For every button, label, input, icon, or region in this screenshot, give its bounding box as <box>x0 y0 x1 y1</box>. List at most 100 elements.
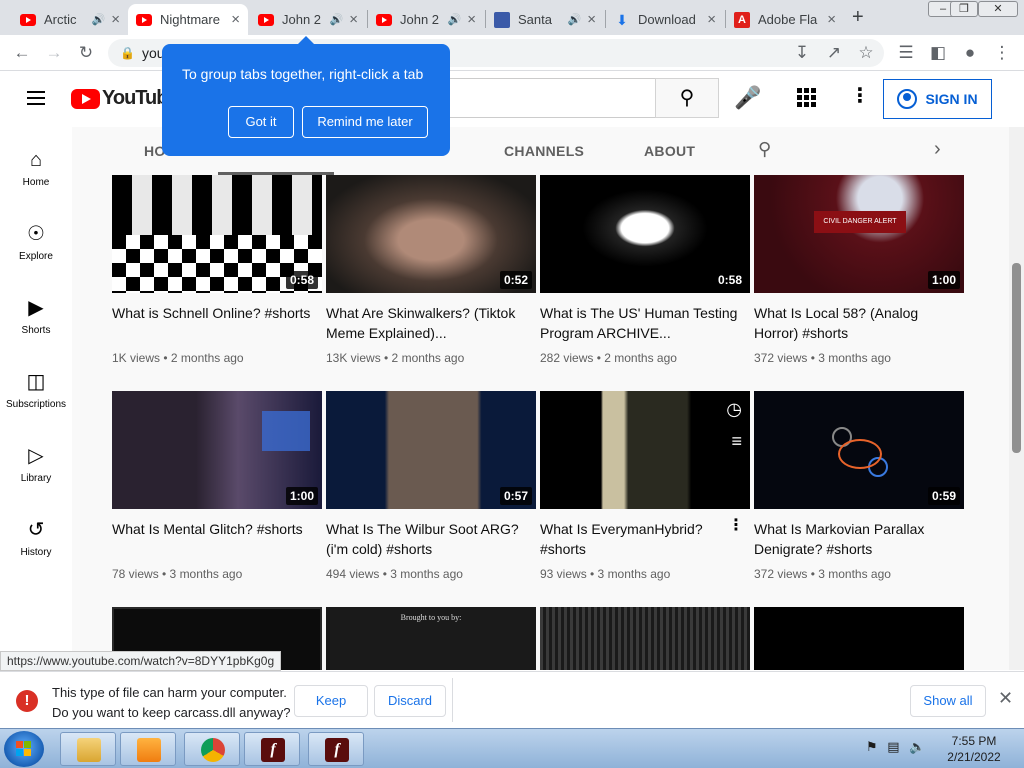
add-to-queue-icon[interactable]: ≡ <box>731 431 742 452</box>
video-thumbnail[interactable] <box>754 607 964 670</box>
video-thumbnail[interactable]: 0:58 <box>112 175 322 293</box>
taskbar-explorer[interactable] <box>60 732 116 766</box>
got-it-button[interactable]: Got it <box>228 106 294 138</box>
video-thumbnail[interactable]: Brought to you by: <box>326 607 536 670</box>
video-title[interactable]: What Are Skinwalkers? (Tiktok Meme Expla… <box>326 303 536 343</box>
maximize-button[interactable]: ❐ <box>950 1 978 17</box>
profile-icon[interactable]: ● <box>960 43 980 63</box>
reload-icon[interactable]: ↻ <box>76 43 96 63</box>
video-card[interactable]: 1:00 What Is Mental Glitch? #shorts 78 v… <box>112 391 322 581</box>
start-button[interactable] <box>4 731 44 767</box>
system-clock[interactable]: 7:55 PM 2/21/2022 <box>934 733 1014 765</box>
tab-6[interactable]: A Adobe Fla × <box>726 4 844 35</box>
tab-channels[interactable]: CHANNELS <box>504 143 584 159</box>
video-card[interactable] <box>540 607 750 670</box>
video-title[interactable]: What Is Local 58? (Analog Horror) #short… <box>754 303 964 343</box>
video-card[interactable]: 0:58 What is Schnell Online? #shorts 1K … <box>112 175 322 365</box>
guide-item-home[interactable]: ⌂ Home <box>0 147 72 188</box>
guide-item-explore[interactable]: ☉ Explore <box>0 221 72 262</box>
video-menu-icon[interactable]: ⋮ <box>728 515 744 535</box>
video-card[interactable]: 0:59 What Is Markovian Parallax Denigrat… <box>754 391 964 581</box>
network-icon[interactable]: ▤ <box>887 739 899 754</box>
video-thumbnail[interactable]: 0:58 <box>540 175 750 293</box>
hamburger-menu-icon[interactable] <box>27 91 45 105</box>
tab-1[interactable]: Nightmare × <box>128 4 248 35</box>
speaker-icon[interactable]: 🔊 <box>568 13 582 26</box>
install-icon[interactable]: ↧ <box>792 43 812 63</box>
video-title[interactable]: What is Schnell Online? #shorts <box>112 303 322 343</box>
video-thumbnail[interactable]: 0:57 <box>326 391 536 509</box>
action-center-icon[interactable]: ⚑ <box>866 739 878 754</box>
window-close-button[interactable]: ✕ <box>978 1 1018 17</box>
video-title[interactable]: What Is EverymanHybrid? #shorts <box>540 519 750 559</box>
search-button[interactable]: ⚲ <box>655 78 719 118</box>
video-thumbnail[interactable]: 1:00 <box>112 391 322 509</box>
share-icon[interactable]: ↗ <box>824 43 844 63</box>
search-input[interactable] <box>448 78 656 118</box>
video-thumbnail[interactable]: ◷ ≡ <box>540 391 750 509</box>
speaker-icon[interactable]: 🔊 <box>92 13 106 26</box>
video-card[interactable]: ◷ ≡ What Is EverymanHybrid? #shorts 93 v… <box>540 391 750 581</box>
show-all-button[interactable]: Show all <box>910 685 986 717</box>
tab-0[interactable]: Arctic 🔊 × <box>12 4 128 35</box>
close-icon[interactable]: × <box>231 11 240 28</box>
channel-search-icon[interactable]: ⚲ <box>758 139 771 160</box>
guide-item-shorts[interactable]: ▶ Shorts <box>0 295 72 336</box>
video-thumbnail[interactable] <box>540 607 750 670</box>
watch-later-icon[interactable]: ◷ <box>726 399 742 420</box>
tab-4[interactable]: Santa 🔊 × <box>486 4 604 35</box>
speaker-icon[interactable]: 🔊 <box>448 13 462 26</box>
media-control-icon[interactable]: ☰ <box>896 43 916 63</box>
close-icon[interactable]: × <box>827 11 836 28</box>
back-icon[interactable]: ← <box>12 43 32 63</box>
close-icon[interactable]: × <box>467 11 476 28</box>
video-thumbnail[interactable]: 0:52 <box>326 175 536 293</box>
volume-icon[interactable]: 🔈 <box>909 739 925 754</box>
chrome-menu-icon[interactable]: ⋮ <box>992 43 1012 63</box>
sign-in-button[interactable]: SIGN IN <box>883 79 992 119</box>
close-icon[interactable]: × <box>707 11 716 28</box>
video-card[interactable]: 0:58 What is The US' Human Testing Progr… <box>540 175 750 365</box>
microphone-icon[interactable]: 🎤 <box>734 85 761 111</box>
video-thumbnail[interactable]: CIVIL DANGER ALERT 1:00 <box>754 175 964 293</box>
close-icon[interactable]: × <box>349 11 358 28</box>
video-title[interactable]: What Is The Wilbur Soot ARG? (i'm cold) … <box>326 519 536 559</box>
bookmark-star-icon[interactable]: ☆ <box>856 43 876 63</box>
taskbar-chrome[interactable] <box>184 732 240 766</box>
side-panel-icon[interactable]: ◧ <box>928 43 948 63</box>
forward-icon[interactable]: → <box>44 43 64 63</box>
tab-3[interactable]: John 2 🔊 × <box>368 4 484 35</box>
video-card[interactable]: 0:57 What Is The Wilbur Soot ARG? (i'm c… <box>326 391 536 581</box>
video-title[interactable]: What Is Mental Glitch? #shorts <box>112 519 322 559</box>
tab-about[interactable]: ABOUT <box>644 143 695 159</box>
tab-2[interactable]: John 2 🔊 × <box>250 4 366 35</box>
video-card[interactable]: CIVIL DANGER ALERT 1:00 What Is Local 58… <box>754 175 964 365</box>
apps-grid-icon[interactable] <box>797 88 817 108</box>
video-thumbnail[interactable]: 0:59 <box>754 391 964 509</box>
video-card[interactable] <box>754 607 964 670</box>
video-title[interactable]: What is The US' Human Testing Program AR… <box>540 303 750 343</box>
speaker-icon[interactable]: 🔊 <box>330 13 344 26</box>
more-options-icon[interactable]: ⋮ <box>850 83 870 108</box>
lock-icon[interactable]: 🔒 <box>120 39 135 67</box>
video-card[interactable]: Brought to you by: <box>326 607 536 670</box>
guide-item-subscriptions[interactable]: ◫ Subscriptions <box>0 369 72 410</box>
video-card[interactable]: 0:52 What Are Skinwalkers? (Tiktok Meme … <box>326 175 536 365</box>
guide-item-library[interactable]: ▷ Library <box>0 443 72 484</box>
close-icon[interactable]: × <box>111 11 120 28</box>
chevron-right-icon[interactable]: › <box>934 138 941 161</box>
guide-item-history[interactable]: ↺ History <box>0 517 72 558</box>
close-icon[interactable]: ✕ <box>998 688 1013 709</box>
close-icon[interactable]: × <box>587 11 596 28</box>
discard-button[interactable]: Discard <box>374 685 446 717</box>
scrollbar-thumb[interactable] <box>1012 263 1021 453</box>
remind-later-button[interactable]: Remind me later <box>302 106 428 138</box>
taskbar-flash-2[interactable]: f <box>308 732 364 766</box>
keep-button[interactable]: Keep <box>294 685 368 717</box>
page-scrollbar[interactable] <box>1009 127 1024 670</box>
new-tab-button[interactable]: + <box>852 6 864 29</box>
taskbar-flash-1[interactable]: f <box>244 732 300 766</box>
video-title[interactable]: What Is Markovian Parallax Denigrate? #s… <box>754 519 964 559</box>
taskbar-media-player[interactable] <box>120 732 176 766</box>
tab-5[interactable]: ⬇ Download × <box>606 4 724 35</box>
